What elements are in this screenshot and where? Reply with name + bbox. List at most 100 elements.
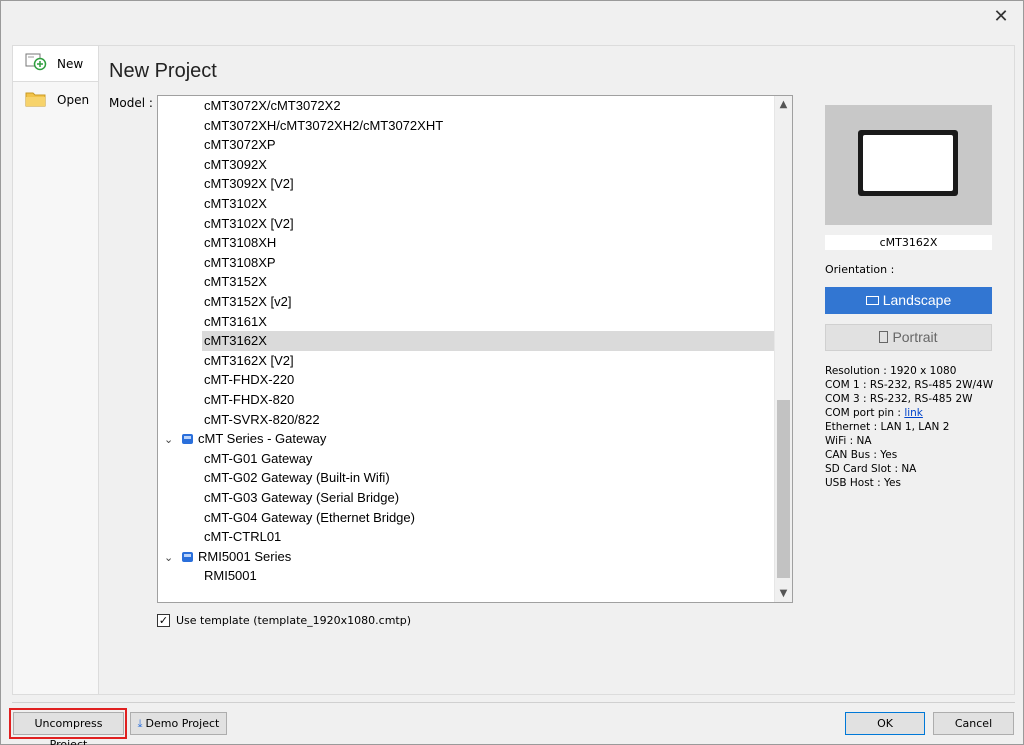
scroll-up-icon[interactable]: ▲	[775, 96, 792, 113]
list-item[interactable]: RMI5001	[158, 566, 774, 586]
spec-sdcard: SD Card Slot : NA	[825, 463, 917, 475]
list-item-label: cMT3162X [V2]	[204, 352, 294, 368]
list-item[interactable]: cMT3108XH	[158, 233, 774, 253]
folder-icon	[25, 90, 47, 111]
cancel-button[interactable]: Cancel	[933, 712, 1014, 735]
device-screen-icon	[858, 130, 958, 196]
spec-canbus: CAN Bus : Yes	[825, 449, 898, 461]
device-group-icon	[182, 434, 193, 445]
list-item-label: cMT-G04 Gateway (Ethernet Bridge)	[204, 509, 415, 525]
list-item[interactable]: cMT-FHDX-220	[158, 370, 774, 390]
portrait-label: Portrait	[892, 329, 938, 345]
device-specs: Resolution : 1920 x 1080 COM 1 : RS-232,…	[825, 364, 993, 490]
footer-divider	[12, 702, 1015, 703]
list-item-label: cMT3102X [V2]	[204, 215, 294, 231]
list-group[interactable]: ⌄ RMI5001 Series	[158, 547, 774, 567]
ok-button[interactable]: OK	[845, 712, 925, 735]
com-port-pin-link[interactable]: link	[904, 407, 923, 419]
landscape-icon	[865, 296, 879, 305]
page-title: New Project	[109, 60, 217, 82]
list-item-label: RMI5001 Series	[198, 548, 292, 564]
use-template-label: Use template (template_1920x1080.cmtp)	[176, 614, 411, 627]
list-item-label: cMT-G02 Gateway (Built-in Wifi)	[204, 470, 390, 486]
list-item-label: cMT-FHDX-220	[204, 372, 295, 388]
sidebar: New Open	[12, 45, 99, 695]
list-item-label: cMT3092X [V2]	[204, 176, 294, 192]
list-item[interactable]: cMT-SVRX-820/822	[158, 410, 774, 430]
uncompress-project-button[interactable]: Uncompress Project	[13, 712, 124, 745]
list-item[interactable]: cMT3102X	[158, 194, 774, 214]
sidebar-item-label: Open	[57, 93, 90, 107]
demo-project-button[interactable]: ⤓ Demo Project	[130, 712, 227, 735]
list-item[interactable]: cMT-G01 Gateway	[158, 449, 774, 469]
main-panel: New Project Model : cMT3072X/cMT3072X2 cM…	[99, 45, 1015, 695]
sidebar-item-open[interactable]: Open	[13, 82, 98, 118]
portrait-icon	[879, 331, 889, 343]
orientation-label: Orientation :	[825, 263, 895, 276]
spec-ethernet: Ethernet : LAN 1, LAN 2	[825, 421, 950, 433]
list-item[interactable]: cMT3152X	[158, 272, 774, 292]
device-group-icon	[182, 551, 193, 562]
list-item[interactable]: cMT3162X [V2]	[158, 351, 774, 371]
sidebar-item-new[interactable]: New	[13, 46, 98, 82]
list-item-label: cMT3161X	[204, 313, 267, 329]
spec-resolution: Resolution : 1920 x 1080	[825, 365, 957, 377]
list-item-label: cMT3092X	[204, 156, 267, 172]
list-item[interactable]: cMT3162X	[202, 331, 774, 351]
list-item-label: cMT3072XP	[204, 137, 276, 153]
spec-com3: COM 3 : RS-232, RS-485 2W	[825, 393, 973, 405]
spec-com-port-pin: COM port pin : link	[825, 407, 923, 419]
use-template-row[interactable]: ✓ Use template (template_1920x1080.cmtp)	[157, 614, 411, 627]
list-item[interactable]: cMT3072X/cMT3072X2	[158, 96, 774, 116]
list-item-label: cMT3072X/cMT3072X2	[204, 98, 341, 113]
list-item[interactable]: cMT-FHDX-820	[158, 390, 774, 410]
list-item[interactable]: cMT-G03 Gateway (Serial Bridge)	[158, 488, 774, 508]
download-icon: ⤓	[137, 717, 143, 730]
scroll-down-icon[interactable]: ▼	[775, 585, 792, 602]
landscape-button[interactable]: Landscape	[825, 287, 992, 314]
new-project-icon	[25, 53, 47, 74]
model-list-scrollbar[interactable]: ▲ ▼	[774, 96, 792, 602]
list-item-label: cMT3152X	[204, 274, 267, 290]
list-item-label: cMT Series - Gateway	[198, 431, 327, 447]
preview-model-name: cMT3162X	[825, 235, 992, 250]
list-item-label: cMT3152X [v2]	[204, 294, 292, 309]
list-item-label: cMT-SVRX-820/822	[204, 411, 320, 427]
list-item-label: cMT3102X	[204, 196, 267, 211]
scroll-thumb[interactable]	[777, 400, 790, 578]
device-preview	[825, 105, 992, 225]
list-item[interactable]: cMT3161X	[158, 312, 774, 332]
list-item-label: cMT-G03 Gateway (Serial Bridge)	[204, 490, 400, 505]
use-template-checkbox[interactable]: ✓	[157, 614, 170, 627]
list-item-label: cMT-CTRL01	[204, 529, 282, 545]
list-item[interactable]: cMT-G02 Gateway (Built-in Wifi)	[158, 468, 774, 488]
list-item[interactable]: cMT3072XH/cMT3072XH2/cMT3072XHT	[158, 116, 774, 136]
list-item[interactable]: cMT3102X [V2]	[158, 214, 774, 234]
list-item-label: cMT-FHDX-820	[204, 392, 295, 407]
new-project-dialog: ✕ New Open New Project Model: cMT3072X/…	[0, 0, 1024, 745]
model-label: Model :	[109, 96, 153, 110]
list-item-label: cMT3072XH/cMT3072XH2/cMT3072XHT	[204, 117, 444, 133]
list-item[interactable]: cMT-CTRL01	[158, 527, 774, 547]
list-item[interactable]: cMT3092X [V2]	[158, 174, 774, 194]
demo-project-label: Demo Project	[145, 717, 220, 730]
sidebar-item-label: New	[57, 56, 84, 71]
portrait-button[interactable]: Portrait	[825, 324, 992, 351]
spec-wifi: WiFi : NA	[825, 435, 872, 447]
list-item-label: cMT-G01 Gateway	[204, 450, 313, 466]
list-group[interactable]: ⌄ cMT Series - Gateway	[158, 429, 774, 449]
list-item[interactable]: cMT3092X	[158, 155, 774, 175]
list-item[interactable]: cMT-G04 Gateway (Ethernet Bridge)	[158, 508, 774, 528]
list-item-label: cMT3162X	[204, 333, 267, 349]
list-item-label: cMT3108XP	[204, 254, 276, 270]
spec-com1: COM 1 : RS-232, RS-485 2W/4W	[825, 379, 994, 391]
spec-usbhost: USB Host : Yes	[825, 477, 901, 489]
list-item-label: RMI5001	[204, 568, 257, 584]
landscape-label: Landscape	[882, 292, 952, 308]
list-item-label: cMT3108XH	[204, 235, 277, 251]
list-item[interactable]: cMT3152X [v2]	[158, 292, 774, 312]
list-item[interactable]: cMT3072XP	[158, 135, 774, 155]
list-item[interactable]: cMT3108XP	[158, 253, 774, 273]
model-list[interactable]: cMT3072X/cMT3072X2 cMT3072XH/cMT3072XH2/c…	[157, 95, 793, 603]
close-icon[interactable]: ✕	[989, 7, 1013, 29]
